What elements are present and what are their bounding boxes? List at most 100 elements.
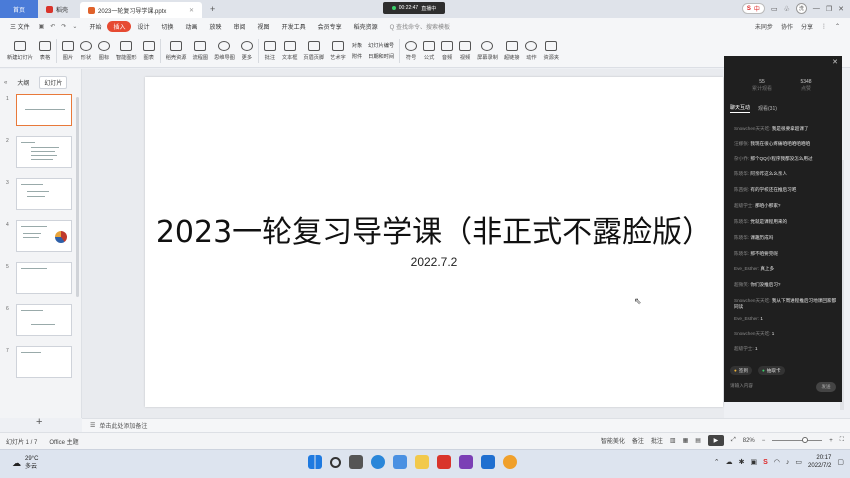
document-tab[interactable]: 2023一轮复习导学课.pptx ✕	[80, 2, 203, 18]
slide-thumb-3[interactable]: 3	[6, 178, 78, 212]
tray-cloud-icon[interactable]: ☁	[726, 458, 733, 466]
slide-title[interactable]: 2023一轮复习导学课（非正式不露脸版）	[145, 207, 723, 251]
close-icon[interactable]: ✕	[838, 5, 844, 13]
smart-graphic-button[interactable]: 智能图形	[113, 35, 140, 68]
attachment-button[interactable]: 附件	[352, 53, 362, 60]
chart-button[interactable]: 图表	[140, 35, 158, 68]
collaborate-button[interactable]: 协作	[781, 22, 793, 31]
volume-icon[interactable]: ♪	[786, 459, 790, 466]
home-tab[interactable]: 首页	[0, 0, 38, 18]
slide-date[interactable]: 2022.7.2	[145, 255, 723, 269]
chat-send-button[interactable]: 发送	[816, 382, 836, 392]
minimize-icon[interactable]: —	[813, 5, 820, 12]
mindmap-button[interactable]: 思维导图	[211, 35, 238, 68]
slide-thumbnail[interactable]	[16, 136, 72, 168]
search-icon[interactable]	[330, 456, 341, 468]
add-slide-button[interactable]: +	[36, 416, 42, 428]
menu-insert[interactable]: 插入	[107, 21, 132, 32]
edge-browser-icon[interactable]	[371, 455, 385, 469]
slide-thumb-4[interactable]: 4	[6, 220, 78, 254]
save-icon[interactable]: ▣	[39, 23, 45, 30]
system-clock[interactable]: 20:17 2022/7/2	[808, 454, 831, 470]
ime-indicator[interactable]: S 中	[741, 3, 765, 14]
current-slide[interactable]: 2023一轮复习导学课（非正式不露脸版） 2022.7.2	[145, 77, 723, 407]
slide-thumb-1[interactable]: 1	[6, 94, 78, 128]
slide-thumb-5[interactable]: 5	[6, 262, 78, 296]
skin-icon[interactable]: ♧	[784, 5, 790, 13]
object-button[interactable]: 对象	[352, 42, 362, 49]
notes-bar[interactable]: ☰ 单击此处添加备注	[82, 418, 850, 432]
notes-toggle-button[interactable]: 备注	[632, 436, 644, 445]
reading-view-icon[interactable]: ▤	[695, 437, 701, 444]
tab-close-icon[interactable]: ✕	[189, 7, 194, 14]
menu-review[interactable]: 审阅	[228, 18, 252, 35]
zoom-slider-handle[interactable]	[802, 437, 809, 443]
docer-tab[interactable]: 稻壳	[38, 0, 76, 18]
tray-bluetooth-icon[interactable]: ✱	[739, 458, 745, 466]
tray-expand-icon[interactable]: ⌃	[714, 458, 720, 466]
thumbnail-scrollbar[interactable]	[76, 97, 79, 297]
sign-in-button[interactable]: ● 签到	[730, 366, 752, 375]
menu-slideshow[interactable]: 放映	[204, 18, 228, 35]
new-tab-icon[interactable]: +	[210, 4, 215, 14]
tab-outline[interactable]: 大纲	[13, 77, 33, 88]
fit-window-icon[interactable]: ⤢	[731, 437, 736, 444]
menu-start[interactable]: 开始	[83, 18, 107, 35]
undo-icon[interactable]: ↶	[50, 23, 55, 30]
menu-docer-resources[interactable]: 稻壳资源	[348, 18, 384, 35]
dropdown-icon[interactable]: ⌄	[72, 23, 77, 30]
browser-app-icon[interactable]	[503, 455, 517, 469]
tab-chat[interactable]: 聊天互动	[730, 104, 751, 113]
menu-transition[interactable]: 切换	[155, 18, 179, 35]
icon-button[interactable]: 图标	[95, 35, 113, 68]
zoom-out-icon[interactable]: −	[762, 438, 766, 444]
command-search[interactable]: Q 查找命令、搜索模板	[384, 18, 456, 35]
resource-folder-button[interactable]: 资源夹	[540, 35, 562, 68]
redo-icon[interactable]: ↷	[61, 23, 66, 30]
flowchart-button[interactable]: 流程图	[189, 35, 211, 68]
menu-member[interactable]: 会员专享	[312, 18, 348, 35]
tray-app-icon[interactable]: ▣	[750, 458, 757, 466]
zoom-in-icon[interactable]: +	[829, 438, 833, 444]
tab-viewers[interactable]: 观看(31)	[758, 105, 777, 112]
header-footer-button[interactable]: 页眉页脚	[300, 35, 327, 68]
notification-icon[interactable]: ▢	[837, 458, 844, 466]
hyperlink-button[interactable]: 超链接	[501, 35, 523, 68]
menu-developer[interactable]: 开发工具	[276, 18, 312, 35]
sorter-view-icon[interactable]: ▦	[683, 437, 689, 444]
video-button[interactable]: 视频	[456, 35, 474, 68]
chat-input[interactable]: 请输入内容	[730, 383, 810, 389]
menu-design[interactable]: 设计	[131, 18, 155, 35]
file-menu[interactable]: 三 文件	[4, 18, 36, 35]
slide-thumb-7[interactable]: 7	[6, 346, 78, 380]
tab-slides[interactable]: 幻灯片	[39, 76, 68, 89]
avatar[interactable]: 洗	[795, 3, 807, 14]
restore-icon[interactable]: ❐	[826, 5, 832, 13]
slide-thumbnail[interactable]	[16, 178, 72, 210]
comments-toggle-button[interactable]: 批注	[651, 436, 663, 445]
weather-widget[interactable]: ☁ 29°C 多云	[12, 455, 38, 471]
layout-icon[interactable]: ▭	[771, 5, 778, 13]
file-explorer-icon[interactable]	[415, 455, 429, 469]
action-button[interactable]: 动作	[522, 35, 540, 68]
formula-button[interactable]: 公式	[420, 35, 438, 68]
slide-thumbnail[interactable]	[16, 220, 72, 252]
wps-office-icon[interactable]	[437, 455, 451, 469]
battery-icon[interactable]: ▭	[795, 458, 802, 466]
zoom-level[interactable]: 82%	[743, 438, 755, 444]
collapse-pane-icon[interactable]: «	[4, 80, 7, 86]
windows-start-icon[interactable]	[308, 455, 322, 469]
draw-card-button[interactable]: ● 抽取卡	[758, 366, 785, 375]
sogou-tray-icon[interactable]: S	[763, 459, 768, 466]
task-view-icon[interactable]	[349, 455, 363, 469]
slide-thumbnail[interactable]	[16, 94, 72, 126]
wordart-button[interactable]: 艺术字	[327, 35, 349, 68]
comment-button[interactable]: 批注	[261, 35, 279, 68]
zoom-slider[interactable]	[772, 437, 823, 443]
smart-beautify-button[interactable]: 智能美化	[601, 436, 625, 445]
slide-thumbnail[interactable]	[16, 262, 72, 294]
fit-slide-icon[interactable]: ⛶	[840, 437, 844, 444]
wifi-icon[interactable]: ◠	[774, 458, 780, 466]
tencent-meeting-icon[interactable]	[481, 455, 495, 469]
normal-view-icon[interactable]: ▥	[670, 437, 676, 444]
